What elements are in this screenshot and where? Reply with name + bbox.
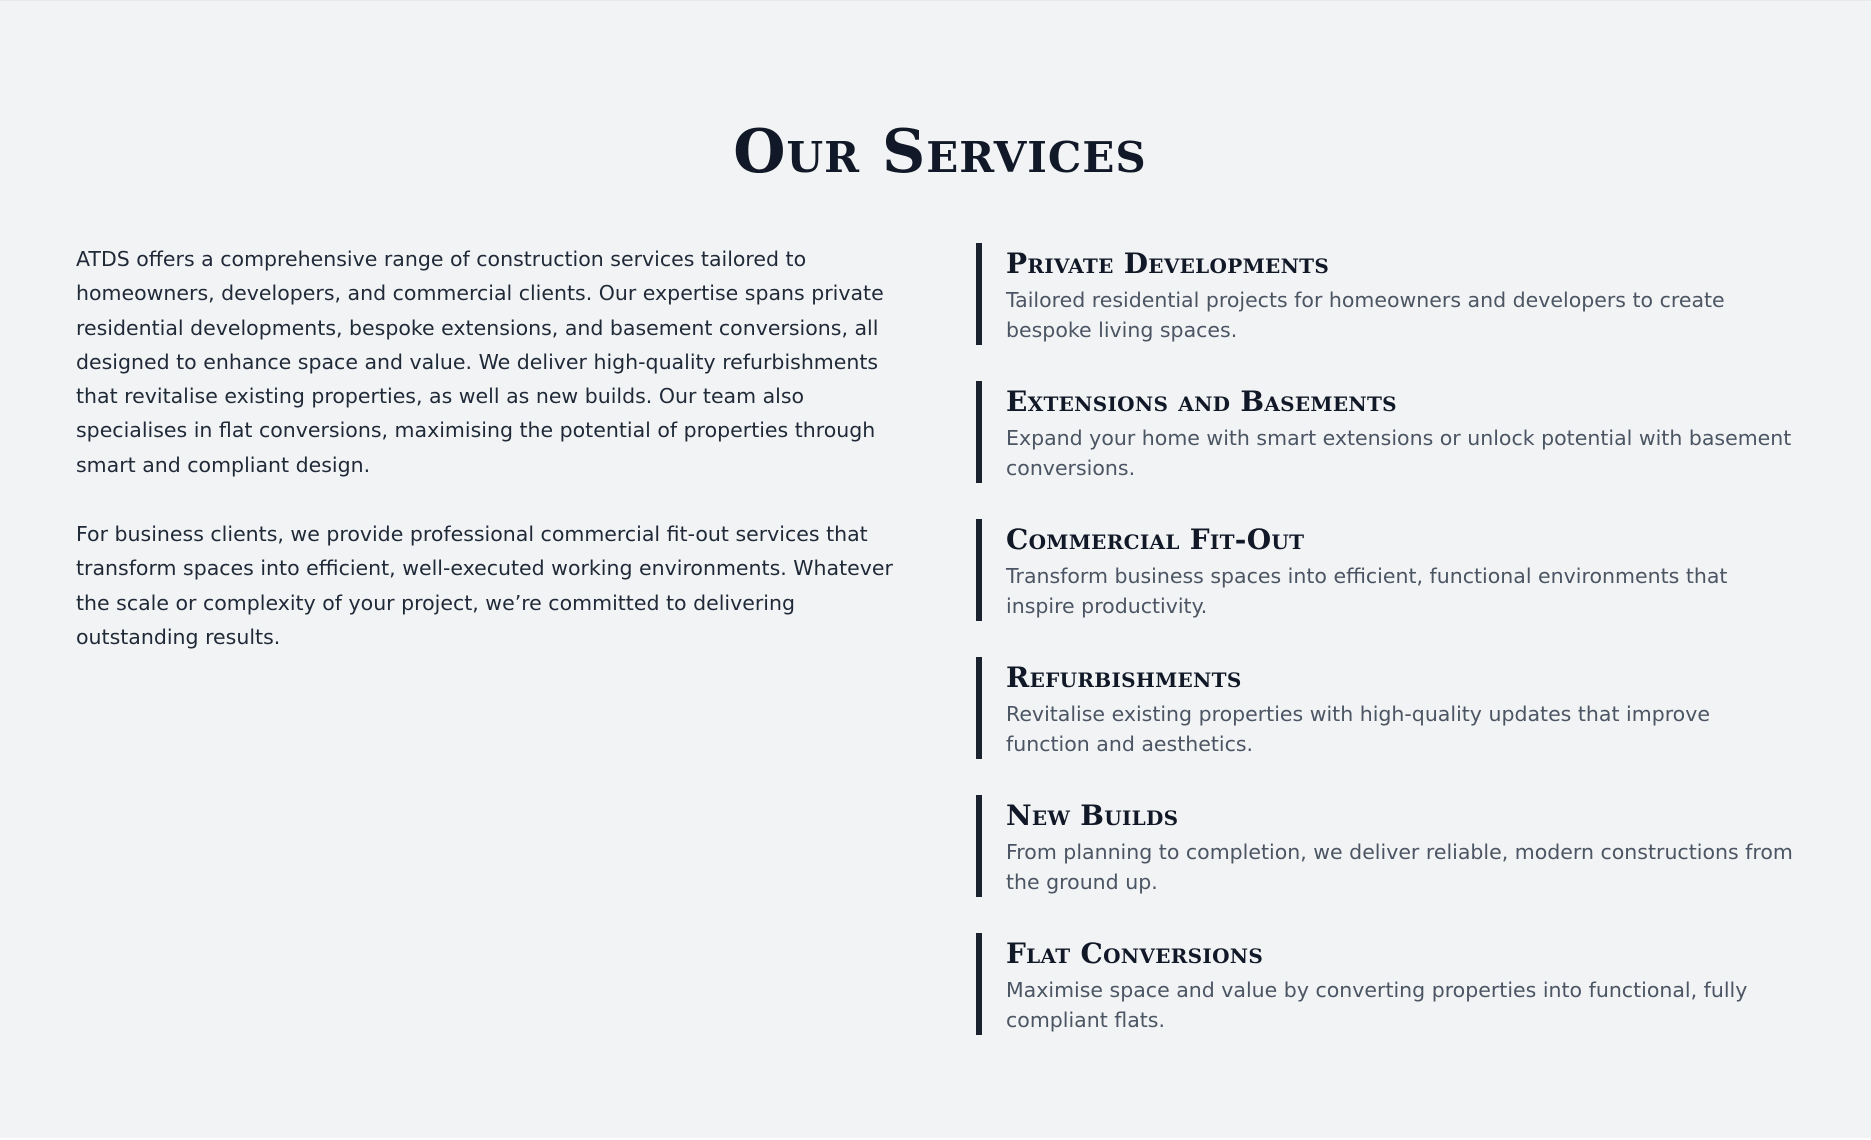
service-title: Private Developments [1006,247,1330,280]
service-item-flat-conversions: Flat Conversions Maximise space and valu… [976,933,1796,1035]
service-description: Maximise space and value by converting p… [1006,978,1748,1032]
service-title: Commercial Fit-Out [1006,523,1305,556]
service-title: Flat Conversions [1006,937,1264,970]
services-intro: ATDS offers a comprehensive range of con… [76,242,906,654]
service-item-extensions-and-basements: Extensions and Basements Expand your hom… [976,381,1796,483]
service-item-commercial-fit-out: Commercial Fit-Out Transform business sp… [976,519,1796,621]
service-description: From planning to completion, we deliver … [1006,840,1793,894]
intro-paragraph: ATDS offers a comprehensive range of con… [76,247,884,477]
service-title: New Builds [1006,799,1179,832]
service-item-private-developments: Private Developments Tailored residentia… [976,243,1796,345]
section-title: Our Services [733,117,1147,187]
service-title: Extensions and Basements [1006,385,1397,418]
service-item-new-builds: New Builds From planning to completion, … [976,795,1796,897]
service-description: Expand your home with smart extensions o… [1006,426,1792,480]
service-description: Revitalise existing properties with high… [1006,702,1710,756]
service-description: Transform business spaces into efficient… [1006,564,1728,618]
service-title: Refurbishments [1006,661,1242,694]
service-item-refurbishments: Refurbishments Revitalise existing prope… [976,657,1796,759]
intro-paragraph: For business clients, we provide profess… [76,522,893,649]
services-section: Our Services ATDS offers a comprehensive… [0,0,1871,1138]
service-description: Tailored residential projects for homeow… [1006,288,1725,342]
